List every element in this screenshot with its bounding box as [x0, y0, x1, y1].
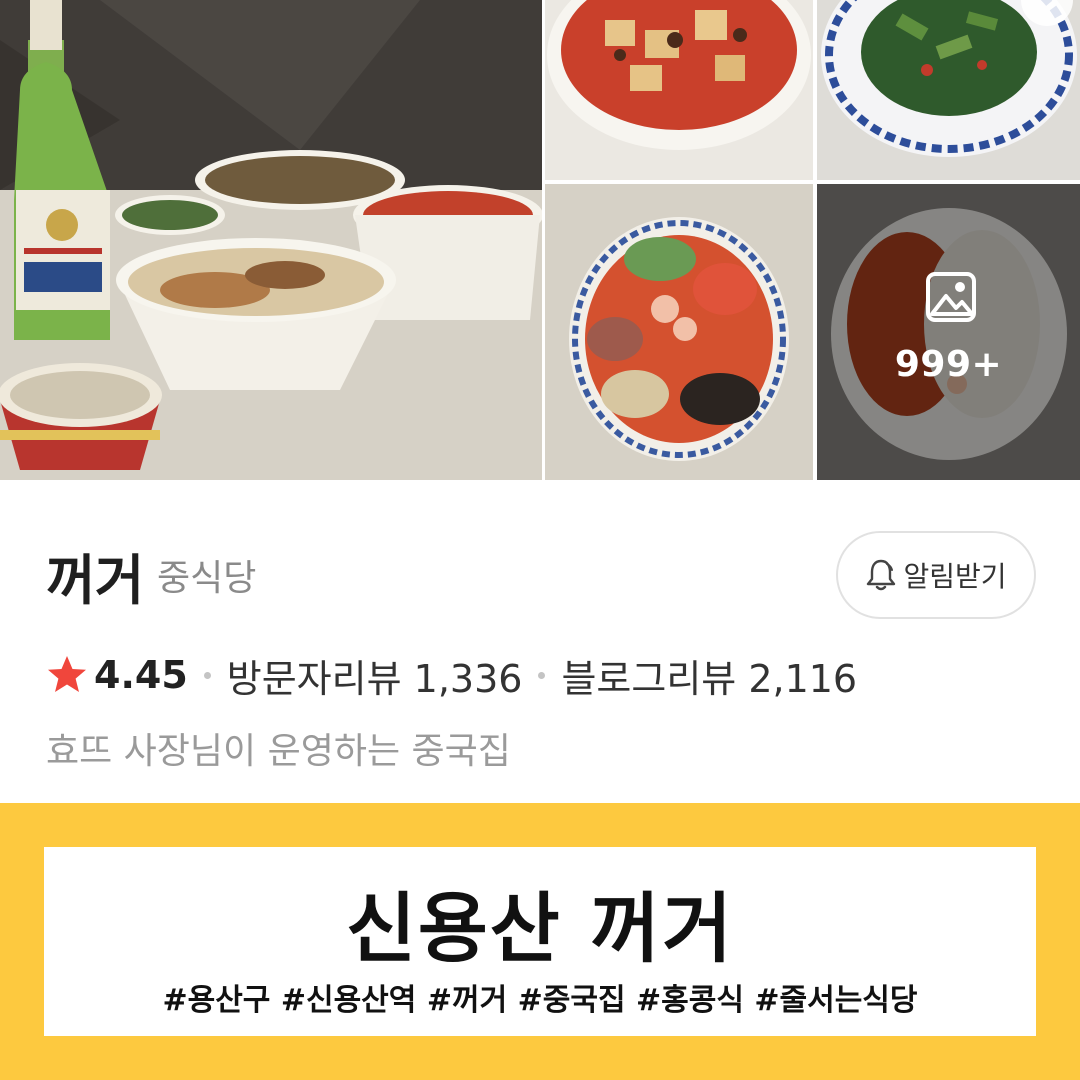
caption-hashtags: #용산구 #신용산역 #꺼거 #중국집 #홍콩식 #줄서는식당 [162, 983, 918, 1018]
star-icon [48, 656, 86, 692]
place-category: 중식당 [157, 558, 257, 599]
photo-more[interactable]: 999+ [817, 184, 1080, 480]
place-description: 효뜨 사장님이 운영하는 중국집 [46, 731, 511, 772]
place-name: 꺼거 [46, 549, 144, 612]
rating-row: 4.45 방문자리뷰 1,336 블로그리뷰 2,116 [46, 645, 857, 705]
photo-thumbnail-3[interactable] [545, 184, 813, 480]
photo-thumbnail-1[interactable] [545, 0, 813, 180]
main-photo[interactable] [0, 0, 542, 480]
notify-button-label: 알림받기 [903, 560, 1007, 593]
separator-dot [203, 671, 211, 679]
photo-thumbnail-2[interactable] [817, 0, 1080, 180]
photo-gallery: 999+ [0, 0, 1080, 480]
photo-thumbnail-1-image [545, 0, 813, 180]
photo-more-overlay [817, 184, 1080, 480]
photo-more-count: 999+ [894, 344, 1003, 385]
photo-thumbnail-3-image [545, 184, 813, 480]
caption-card: 신용산 꺼거 #용산구 #신용산역 #꺼거 #중국집 #홍콩식 #줄서는식당 [44, 847, 1036, 1036]
notify-button[interactable]: 알림받기 [836, 531, 1036, 619]
photo-thumbnail-2-image [817, 0, 1080, 180]
bell-icon [867, 559, 896, 591]
visitor-reviews-link[interactable]: 방문자리뷰 1,336 [227, 648, 523, 703]
blog-reviews-link[interactable]: 블로그리뷰 2,116 [561, 648, 857, 703]
main-photo-image [0, 0, 542, 480]
screen: 999+ 꺼거 중식당 알림받기 4.45 방문자리뷰 1,336 블로그리뷰 … [0, 0, 1080, 1080]
caption-title: 신용산 꺼거 [345, 884, 735, 973]
rating-value: 4.45 [94, 653, 188, 697]
image-icon [926, 272, 976, 322]
separator-dot [538, 671, 546, 679]
